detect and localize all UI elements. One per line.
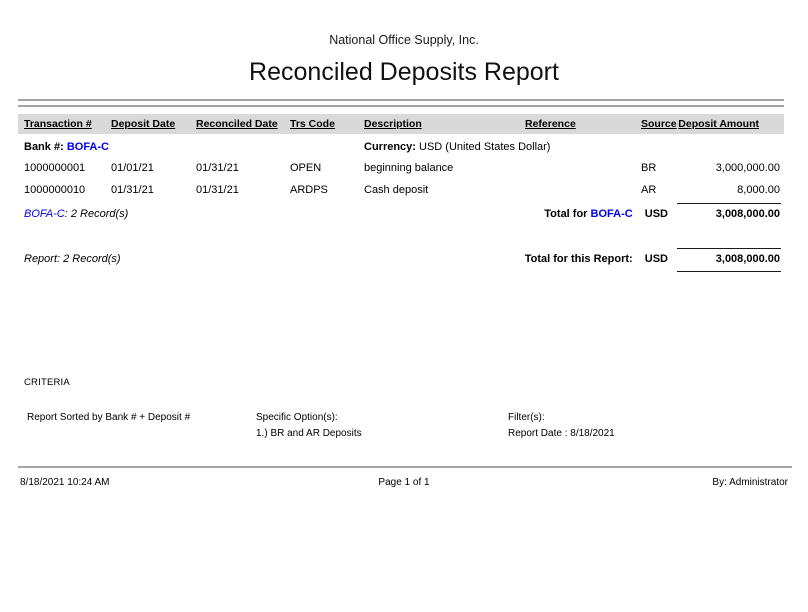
cell-transaction-no: 1000000010 [24, 184, 85, 196]
printed-by: By: Administrator [712, 477, 788, 488]
cell-reconciled-date: 01/31/21 [196, 184, 239, 196]
cell-deposit-date: 01/01/21 [111, 162, 154, 174]
group-total-row: BOFA-C: 2 Record(s) Total for BOFA-C USD… [0, 208, 808, 222]
bank-number-link[interactable]: BOFA-C [67, 141, 109, 153]
table-row: 1000000001 01/01/21 01/31/21 OPEN beginn… [0, 162, 808, 176]
criteria-filters: Filter(s): Report Date : 8/18/2021 [508, 410, 615, 442]
table-header-row: Transaction # Deposit Date Reconciled Da… [18, 114, 784, 134]
title-separator-rule [18, 99, 784, 107]
report-record-count: Report: 2 Record(s) [24, 253, 121, 265]
footer-rule [18, 466, 792, 468]
report-total-label-text: Total for this Report: [525, 253, 633, 265]
report-total-currency: USD [645, 253, 668, 265]
cell-trs-code: OPEN [290, 162, 321, 174]
company-name: National Office Supply, Inc. [0, 33, 808, 47]
column-header-reference: Reference [525, 114, 576, 134]
column-header-description: Description [364, 114, 422, 134]
column-header-transaction: Transaction # [24, 114, 92, 134]
criteria-heading: CRITERIA [24, 377, 70, 388]
report-total-row: Report: 2 Record(s) Total for this Repor… [0, 253, 808, 267]
cell-trs-code: ARDPS [290, 184, 328, 196]
report-page: National Office Supply, Inc. Reconciled … [0, 0, 808, 612]
currency-value: USD (United States Dollar) [419, 141, 550, 153]
cell-description: Cash deposit [364, 184, 428, 196]
bank-number-label: Bank #: [24, 141, 64, 153]
report-total-amount: 3,008,000.00 [716, 253, 780, 265]
report-total-label: Total for this Report: USD [525, 253, 668, 265]
column-header-trs-code: Trs Code [290, 114, 335, 134]
criteria-sorted-by: Report Sorted by Bank # + Deposit # [27, 410, 190, 426]
column-header-reconciled-date: Reconciled Date [196, 114, 278, 134]
criteria-specific-options: Specific Option(s): 1.) BR and AR Deposi… [256, 410, 362, 442]
group-total-label: Total for BOFA-C USD [544, 208, 668, 220]
group-total-currency: USD [645, 208, 668, 220]
column-header-source: Source [641, 114, 677, 134]
group-total-label-prefix: Total for [544, 208, 587, 220]
specific-option-item: 1.) BR and AR Deposits [256, 426, 362, 442]
filter-item: Report Date : 8/18/2021 [508, 426, 615, 442]
report-total-top-rule [677, 248, 781, 249]
specific-options-label: Specific Option(s): [256, 410, 362, 426]
filters-label: Filter(s): [508, 410, 615, 426]
bank-group-header-row: Bank #: BOFA-C Currency: USD (United Sta… [0, 141, 808, 155]
group-record-count-bank-link[interactable]: BOFA-C [24, 208, 65, 220]
cell-deposit-date: 01/31/21 [111, 184, 154, 196]
column-header-deposit-date: Deposit Date [111, 114, 175, 134]
group-total-bank-link[interactable]: BOFA-C [591, 208, 633, 220]
cell-description: beginning balance [364, 162, 453, 174]
cell-source: AR [641, 184, 656, 196]
column-header-deposit-amount: Deposit Amount [678, 114, 759, 134]
report-title: Reconciled Deposits Report [0, 58, 808, 87]
group-total-rule [677, 203, 781, 204]
cell-source: BR [641, 162, 656, 174]
page-indicator: Page 1 of 1 [0, 477, 808, 488]
currency-label: Currency: [364, 141, 416, 153]
group-record-count-text: : 2 Record(s) [65, 208, 129, 220]
table-row: 1000000010 01/31/21 01/31/21 ARDPS Cash … [0, 184, 808, 198]
group-total-amount: 3,008,000.00 [716, 208, 780, 220]
report-total-bottom-rule [677, 271, 781, 272]
cell-reconciled-date: 01/31/21 [196, 162, 239, 174]
group-record-count: BOFA-C: 2 Record(s) [24, 208, 128, 220]
cell-transaction-no: 1000000001 [24, 162, 85, 174]
cell-deposit-amount: 3,000,000.00 [716, 162, 780, 174]
cell-deposit-amount: 8,000.00 [737, 184, 780, 196]
